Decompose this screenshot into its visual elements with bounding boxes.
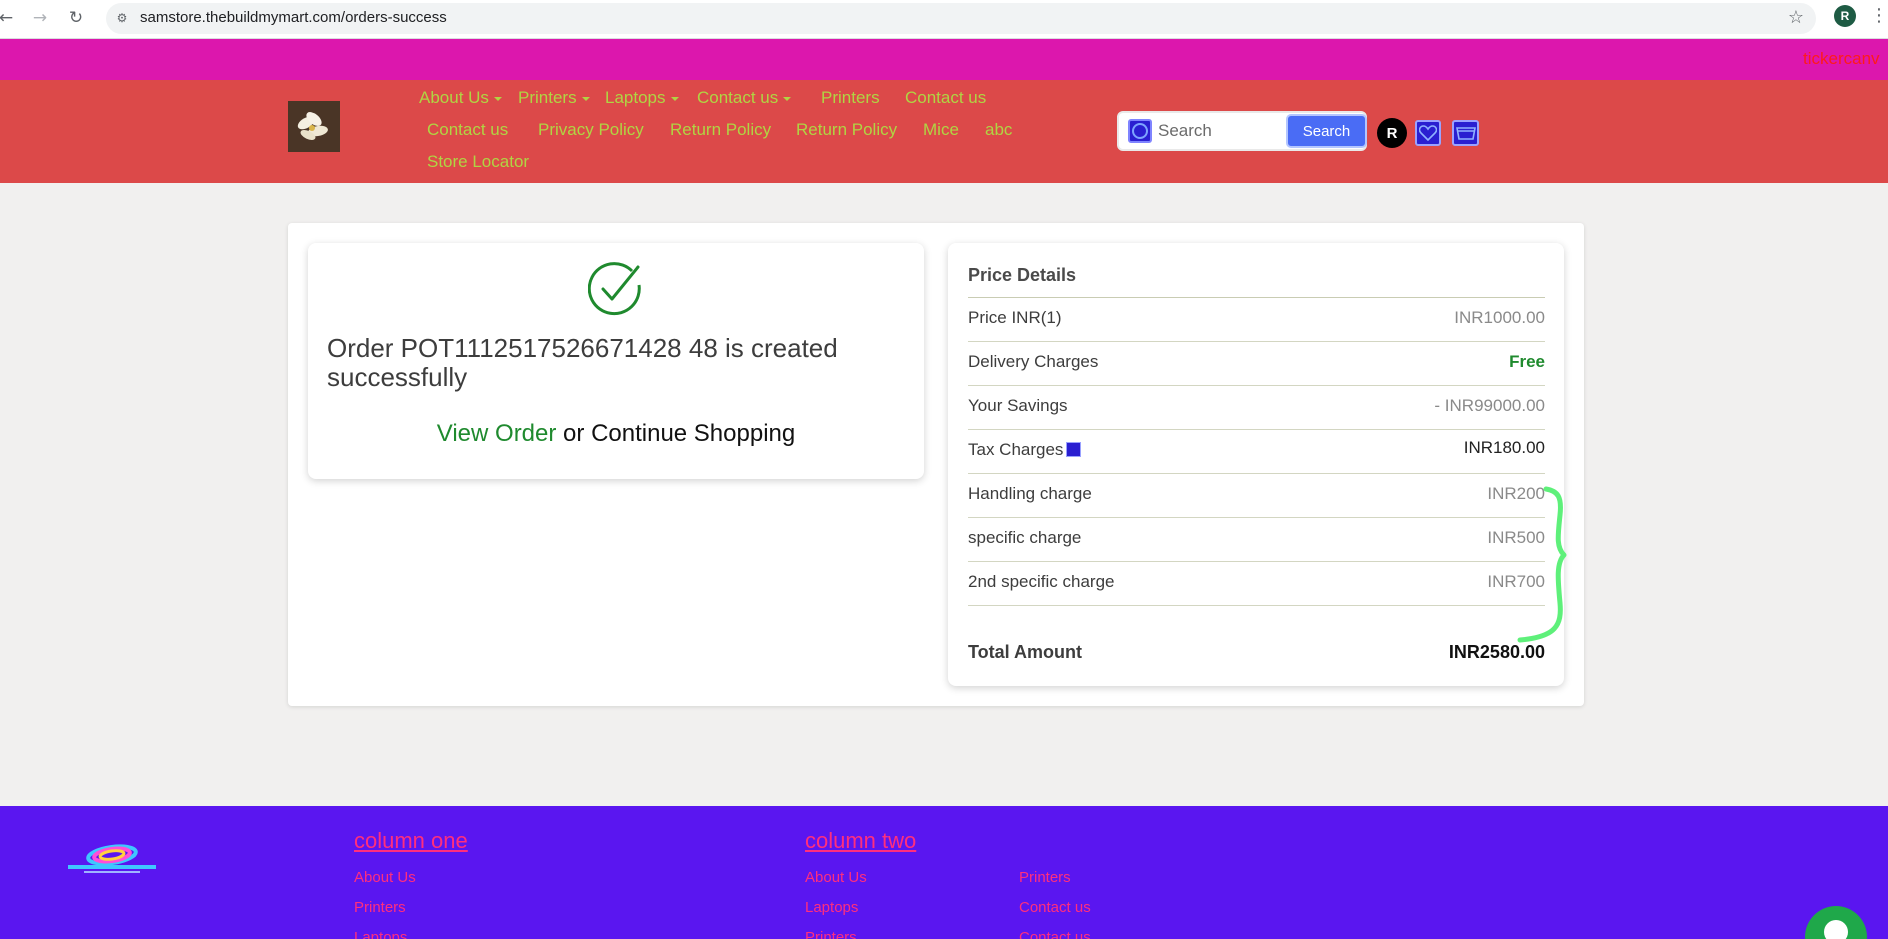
delivery-charges-row: Delivery Charges Free [968, 342, 1545, 386]
search-box: Search [1117, 111, 1367, 151]
back-arrow-icon[interactable]: ← [0, 4, 20, 32]
ticker-text: tickercanv [1803, 49, 1880, 68]
chevron-down-icon [670, 96, 679, 101]
reload-icon[interactable]: ↻ [62, 4, 90, 32]
footer-link-printers-2[interactable]: Printers [805, 929, 857, 939]
footer-link-contact-us-2[interactable]: Contact us [1019, 929, 1091, 939]
savings-value: - INR99000.00 [1434, 396, 1545, 415]
total-amount-label: Total Amount [968, 642, 1082, 662]
nav-printers-link[interactable]: Printers [821, 88, 880, 108]
total-amount-row: Total Amount INR2580.00 [968, 638, 1545, 668]
nav-mice[interactable]: Mice [923, 120, 959, 140]
nav-return-policy[interactable]: Return Policy [670, 120, 771, 140]
nav-return-policy-2[interactable]: Return Policy [796, 120, 897, 140]
annotation-bracket-mark [1517, 486, 1567, 643]
basket-shape [1455, 127, 1476, 140]
url-text[interactable]: samstore.thebuildmymart.com/orders-succe… [140, 9, 447, 26]
order-success-container: Order POT1112517526671428 48 is created … [288, 223, 1584, 706]
browser-menu-icon[interactable]: ⋮ [1870, 5, 1888, 26]
handling-charge-row: Handling charge INR200 [968, 474, 1545, 518]
second-specific-charge-row: 2nd specific charge INR700 [968, 562, 1545, 606]
tax-charges-label: Tax Charges [968, 440, 1082, 460]
order-confirmation-card: Order POT1112517526671428 48 is created … [308, 243, 924, 479]
nav-privacy-policy[interactable]: Privacy Policy [538, 120, 644, 140]
chevron-down-icon [581, 96, 590, 101]
nav-laptops[interactable]: Laptops [605, 88, 679, 108]
price-value: INR1000.00 [1454, 308, 1545, 327]
ticker-bar: tickercanv [0, 39, 1888, 80]
heart-icon[interactable] [1415, 120, 1441, 146]
heart-shape [1419, 125, 1437, 141]
forward-arrow-icon[interactable]: → [26, 4, 54, 32]
tax-info-icon[interactable] [1066, 442, 1082, 457]
flower-logo-icon [288, 101, 340, 152]
handling-charge-label: Handling charge [968, 484, 1092, 503]
browser-toolbar: ← → ↻ ⚙ samstore.thebuildmymart.com/orde… [0, 0, 1888, 39]
footer-link-laptops-2[interactable]: Laptops [805, 899, 858, 916]
nav-printers[interactable]: Printers [518, 88, 590, 108]
tax-charges-value: INR180.00 [1463, 438, 1545, 457]
price-label: Price INR(1) [968, 308, 1062, 327]
browser-profile-avatar[interactable]: R [1834, 5, 1856, 27]
specific-charge-label: specific charge [968, 528, 1082, 547]
search-button[interactable]: Search [1286, 114, 1367, 148]
user-avatar[interactable]: R [1377, 118, 1407, 148]
or-text: or [556, 420, 592, 447]
delivery-charges-label: Delivery Charges [968, 352, 1099, 371]
check-circle-icon [588, 262, 641, 316]
footer-link-printers-3[interactable]: Printers [1019, 869, 1071, 886]
nav-store-locator[interactable]: Store Locator [427, 152, 529, 172]
nav-abc[interactable]: abc [985, 120, 1012, 140]
footer-column-two-heading: column two [805, 828, 917, 853]
continue-shopping-link[interactable]: Continue Shopping [591, 420, 795, 447]
savings-row: Your Savings - INR99000.00 [968, 386, 1545, 430]
price-row: Price INR(1) INR1000.00 [968, 298, 1545, 342]
footer-logo[interactable] [64, 841, 160, 877]
second-specific-charge-label: 2nd specific charge [968, 572, 1115, 591]
nav-contact-us[interactable]: Contact us [697, 88, 792, 108]
bookmark-star-icon[interactable]: ☆ [1788, 7, 1804, 28]
cart-icon[interactable] [1452, 120, 1479, 146]
footer-link-about-us[interactable]: About Us [354, 869, 416, 886]
footer-link-about-us-2[interactable]: About Us [805, 869, 867, 886]
address-bar[interactable]: ⚙ samstore.thebuildmymart.com/orders-suc… [106, 3, 1816, 34]
specific-charge-row: specific charge INR500 [968, 518, 1545, 562]
order-actions: View Order or Continue Shopping [308, 420, 924, 448]
total-amount-value: INR2580.00 [1448, 642, 1545, 662]
search-input[interactable] [1158, 119, 1278, 143]
site-header: About Us Printers Laptops Contact us Pri… [0, 80, 1888, 183]
footer-link-contact-us[interactable]: Contact us [1019, 899, 1091, 916]
site-footer: column one About Us Printers Laptops col… [0, 806, 1888, 939]
delivery-charges-value: Free [1509, 352, 1545, 371]
search-icon [1128, 119, 1152, 143]
store-logo[interactable] [288, 101, 340, 152]
savings-label: Your Savings [968, 396, 1068, 415]
nav-about-us[interactable]: About Us [419, 88, 502, 108]
chevron-down-icon [493, 96, 502, 101]
chevron-down-icon [783, 96, 792, 101]
footer-column-one-heading: column one [354, 828, 468, 853]
site-info-icon[interactable]: ⚙ [114, 10, 130, 26]
view-order-link[interactable]: View Order [437, 420, 557, 447]
footer-link-printers[interactable]: Printers [354, 899, 406, 916]
tax-charges-row: Tax Charges INR180.00 [968, 430, 1545, 474]
nav-contact-us-link[interactable]: Contact us [905, 88, 986, 108]
footer-link-laptops[interactable]: Laptops [354, 929, 407, 939]
order-success-message: Order POT1112517526671428 48 is created … [327, 333, 838, 392]
nav-contact-us-2[interactable]: Contact us [427, 120, 508, 140]
price-details-title: Price Details [968, 265, 1077, 285]
price-details-card: Price Details Price INR(1) INR1000.00 De… [948, 243, 1564, 686]
